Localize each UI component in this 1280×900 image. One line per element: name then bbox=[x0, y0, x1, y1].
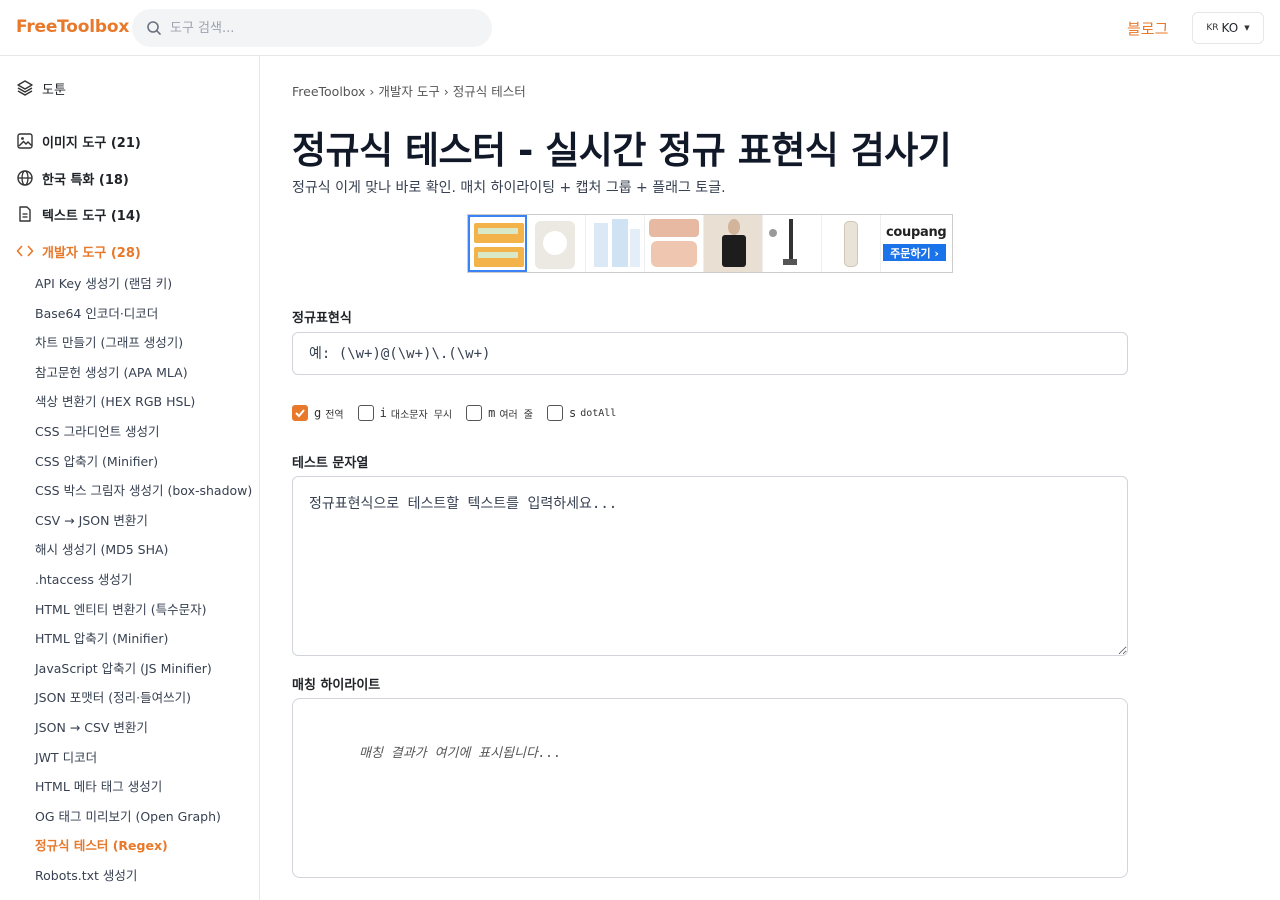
flag-g-toggle[interactable]: g 전역 bbox=[292, 405, 344, 421]
search-icon bbox=[147, 21, 161, 35]
sidebar-category-korea[interactable]: 한국 특화 (18) bbox=[16, 166, 129, 190]
match-highlight-box: 매칭 결과가 여기에 표시됩니다... bbox=[292, 698, 1128, 878]
sidebar-item[interactable]: JSON → CSV 변환기 bbox=[35, 713, 255, 743]
ad-coupang-cta[interactable]: coupang 주문하기 › bbox=[881, 215, 948, 272]
breadcrumb[interactable]: FreeToolbox › 개발자 도구 › 정규식 테스터 bbox=[292, 81, 526, 100]
sidebar-item[interactable]: Base64 인코더·디코더 bbox=[35, 299, 255, 329]
match-placeholder: 매칭 결과가 여기에 표시됩니다... bbox=[359, 746, 562, 761]
sidebar-category-label: 개발자 도구 (28) bbox=[42, 245, 141, 261]
order-button[interactable]: 주문하기 › bbox=[883, 244, 946, 261]
sidebar-item[interactable]: JSON 포맷터 (정리·들여쓰기) bbox=[35, 683, 255, 713]
sidebar-item[interactable]: OG 태그 미리보기 (Open Graph) bbox=[35, 802, 255, 832]
sidebar-item[interactable]: 해시 생성기 (MD5 SHA) bbox=[35, 535, 255, 565]
globe-icon bbox=[17, 170, 33, 186]
check-icon bbox=[295, 409, 305, 418]
flag-s-toggle[interactable]: s dotAll bbox=[546, 405, 617, 421]
flag-g-checkbox[interactable] bbox=[292, 405, 308, 421]
sidebar-item-active[interactable]: 정규식 테스터 (Regex) bbox=[35, 831, 255, 861]
sidebar-category-label: 한국 특화 (18) bbox=[42, 172, 129, 188]
ad-product-thumb[interactable] bbox=[822, 215, 881, 272]
flag-letter: s bbox=[568, 406, 577, 420]
flag-toggles: g 전역 i 대소문자 무시 m 여러 줄 s dotAll bbox=[292, 404, 630, 422]
flag-description: dotAll bbox=[580, 407, 617, 419]
top-header: FreeToolbox 블로그 KR KO ▼ bbox=[0, 0, 1280, 56]
language-label: KO bbox=[1221, 21, 1239, 35]
flag-m-checkbox[interactable] bbox=[466, 405, 483, 421]
test-string-label: 테스트 문자열 bbox=[292, 456, 369, 471]
coupang-logo: coupang bbox=[886, 225, 947, 240]
sidebar-item[interactable]: HTML 메타 태그 생성기 bbox=[35, 772, 255, 802]
ad-product-thumb[interactable] bbox=[763, 215, 822, 272]
ad-product-thumb[interactable] bbox=[527, 215, 586, 272]
sidebar-item[interactable]: 참고문헌 생성기 (APA MLA) bbox=[35, 358, 255, 388]
flag-i-checkbox[interactable] bbox=[357, 405, 374, 421]
sidebar-item[interactable]: CSS 박스 그림자 생성기 (box-shadow) bbox=[35, 476, 255, 506]
flag-m-toggle[interactable]: m 여러 줄 bbox=[466, 405, 533, 421]
sidebar-category-text[interactable]: 텍스트 도구 (14) bbox=[16, 202, 141, 226]
page-subtitle: 정규식 이게 맞나 바로 확인. 매치 하이라이팅 + 캡처 그룹 + 플래그 … bbox=[292, 180, 726, 196]
page-title: 정규식 테스터 - 실시간 정규 표현식 검사기 bbox=[292, 129, 952, 172]
sidebar-tool-list: API Key 생성기 (랜덤 키) Base64 인코더·디코더 차트 만들기… bbox=[35, 269, 255, 890]
sidebar-category-developer[interactable]: 개발자 도구 (28) bbox=[16, 239, 141, 263]
sidebar-item[interactable]: 차트 만들기 (그래프 생성기) bbox=[35, 328, 255, 358]
flag-icon: KR bbox=[1206, 23, 1219, 33]
site-logo[interactable]: FreeToolbox bbox=[16, 17, 129, 37]
flag-letter: g bbox=[314, 406, 322, 420]
flag-i-toggle[interactable]: i 대소문자 무시 bbox=[357, 405, 453, 421]
sidebar-category-image[interactable]: 이미지 도구 (21) bbox=[16, 129, 141, 153]
ad-product-thumb[interactable] bbox=[645, 215, 704, 272]
image-icon bbox=[17, 133, 33, 149]
sidebar-item[interactable]: CSS 그라디언트 생성기 bbox=[35, 417, 255, 447]
sidebar-item[interactable]: Robots.txt 생성기 bbox=[35, 861, 255, 891]
sidebar-item[interactable]: HTML 압축기 (Minifier) bbox=[35, 624, 255, 654]
test-string-textarea[interactable] bbox=[292, 476, 1128, 656]
document-icon bbox=[19, 206, 31, 222]
sidebar-item[interactable]: CSS 압축기 (Minifier) bbox=[35, 447, 255, 477]
code-icon bbox=[16, 245, 34, 257]
flag-letter: i bbox=[379, 406, 387, 420]
ad-product-thumb[interactable] bbox=[468, 215, 527, 272]
ad-product-thumb[interactable] bbox=[586, 215, 645, 272]
flag-description: 전역 bbox=[325, 409, 344, 421]
flag-description: 여러 줄 bbox=[499, 409, 533, 421]
sidebar-item[interactable]: CSV → JSON 변환기 bbox=[35, 506, 255, 536]
sidebar-item[interactable]: API Key 생성기 (랜덤 키) bbox=[35, 269, 255, 299]
flag-letter: m bbox=[488, 406, 496, 420]
search-input[interactable] bbox=[170, 9, 470, 47]
layers-icon bbox=[17, 80, 33, 96]
flag-description: 대소문자 무시 bbox=[390, 409, 453, 421]
sidebar-item[interactable]: .htaccess 생성기 bbox=[35, 565, 255, 595]
language-selector[interactable]: KR KO ▼ bbox=[1192, 12, 1264, 44]
sidebar-item[interactable]: JavaScript 압축기 (JS Minifier) bbox=[35, 654, 255, 684]
regex-label: 정규표현식 bbox=[292, 311, 352, 326]
sidebar-item[interactable]: 색상 변환기 (HEX RGB HSL) bbox=[35, 387, 255, 417]
ad-banner[interactable]: coupang 주문하기 › bbox=[467, 214, 953, 273]
sidebar-item-label: 도툰 bbox=[42, 82, 66, 98]
sidebar-category-label: 이미지 도구 (21) bbox=[42, 135, 141, 151]
match-highlight-label: 매칭 하이라이트 bbox=[292, 678, 381, 693]
sidebar-category-label: 텍스트 도구 (14) bbox=[42, 208, 141, 224]
blog-link[interactable]: 블로그 bbox=[1127, 18, 1168, 39]
sidebar: 도툰 이미지 도구 (21) 한국 특화 (18) 텍스트 도구 (14) 개발… bbox=[0, 56, 260, 900]
sidebar-item-all[interactable]: 도툰 bbox=[16, 76, 66, 100]
ad-product-thumb[interactable] bbox=[704, 215, 763, 272]
flag-s-checkbox[interactable] bbox=[546, 405, 563, 421]
regex-input[interactable] bbox=[292, 332, 1128, 375]
search-bar[interactable] bbox=[132, 9, 492, 47]
caret-down-icon: ▼ bbox=[1244, 24, 1250, 32]
sidebar-item[interactable]: HTML 엔티티 변환기 (특수문자) bbox=[35, 595, 255, 625]
sidebar-item[interactable]: JWT 디코더 bbox=[35, 743, 255, 773]
